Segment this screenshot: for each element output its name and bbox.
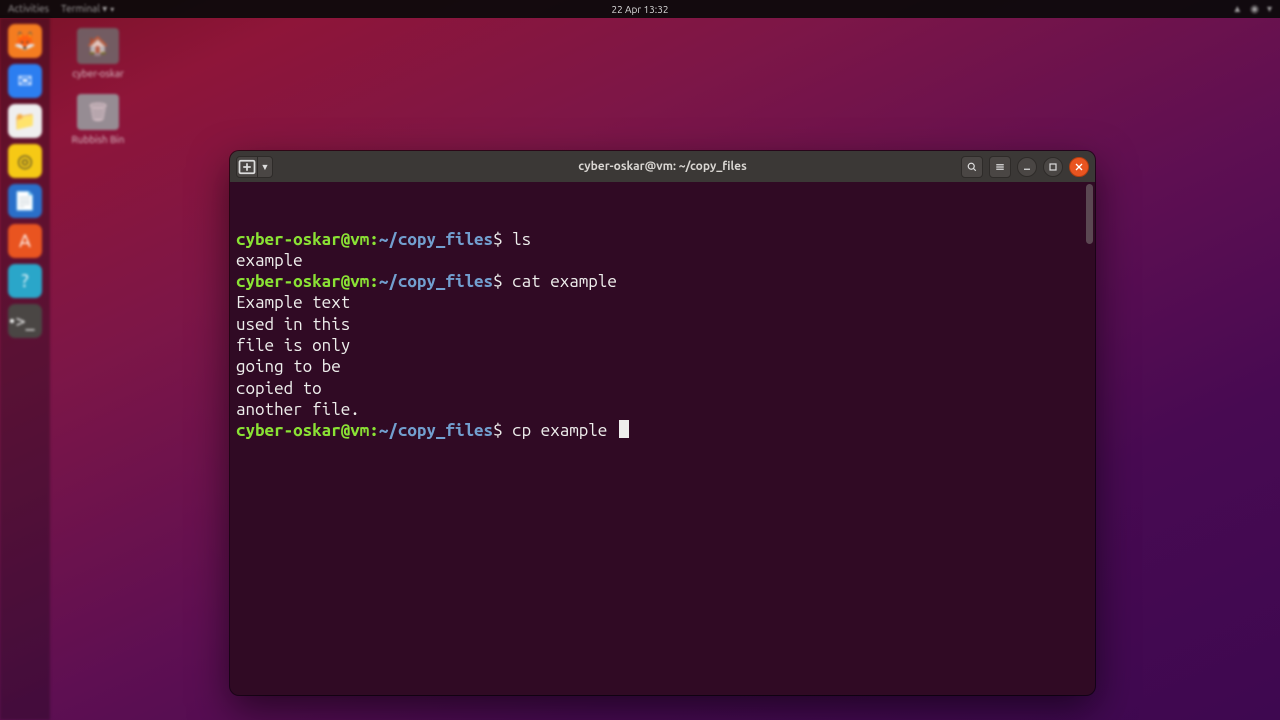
new-tab-button[interactable] xyxy=(236,156,258,178)
prompt-user: cyber-oskar@vm xyxy=(236,421,369,440)
terminal-command: cat example xyxy=(512,272,617,291)
tab-dropdown-button[interactable]: ▼ xyxy=(257,156,273,178)
desktop-home-icon[interactable]: 🏠 cyber-oskar xyxy=(63,28,133,79)
terminal-output: Example text xyxy=(236,293,350,312)
dock-writer-icon[interactable]: 📄 xyxy=(8,184,42,218)
new-tab-icon xyxy=(237,157,257,177)
close-icon xyxy=(1073,161,1085,173)
appmenu-terminal[interactable]: Terminal ▾ xyxy=(61,3,114,15)
close-button[interactable] xyxy=(1069,157,1089,177)
terminal-command: cp example xyxy=(512,421,617,440)
prompt-user: cyber-oskar@vm xyxy=(236,230,369,249)
dock-active-indicator xyxy=(10,319,14,323)
maximize-button[interactable] xyxy=(1043,157,1063,177)
prompt-path: ~/copy_files xyxy=(379,421,493,440)
prompt-symbol: $ xyxy=(493,272,503,291)
terminal-output: file is only xyxy=(236,336,350,355)
sound-icon[interactable]: ◉ xyxy=(1250,3,1259,15)
desktop-icon-label: cyber-oskar xyxy=(72,68,124,79)
dock-rhythmbox-icon[interactable]: ◎ xyxy=(8,144,42,178)
terminal-output: copied to xyxy=(236,379,322,398)
terminal-output: example xyxy=(236,251,303,270)
power-icon[interactable]: ▾ xyxy=(1267,3,1272,15)
terminal-output: used in this xyxy=(236,315,350,334)
chevron-down-icon: ▼ xyxy=(261,162,270,172)
gnome-top-bar: Activities Terminal ▾ 22 Apr 13:32 ▲ ◉ ▾ xyxy=(0,0,1280,18)
prompt-path: ~/copy_files xyxy=(379,272,493,291)
terminal-output: going to be xyxy=(236,357,341,376)
minimize-icon xyxy=(1021,161,1033,173)
prompt-path: ~/copy_files xyxy=(379,230,493,249)
terminal-window: ▼ cyber-oskar@vm: ~/copy_files cyber-osk… xyxy=(230,151,1095,695)
dock-terminal-icon[interactable]: >_ xyxy=(8,304,42,338)
terminal-cursor xyxy=(619,420,629,438)
terminal-scrollbar[interactable] xyxy=(1086,184,1093,244)
dock-thunderbird-icon[interactable]: ✉ xyxy=(8,64,42,98)
dock-files-icon[interactable]: 📁 xyxy=(8,104,42,138)
desktop-trash-icon[interactable]: 🗑 Rubbish Bin xyxy=(63,94,133,145)
desktop-icon-label: Rubbish Bin xyxy=(72,134,125,145)
terminal-command: ls xyxy=(512,230,531,249)
search-icon xyxy=(966,161,978,173)
minimize-button[interactable] xyxy=(1017,157,1037,177)
terminal-body[interactable]: cyber-oskar@vm:~/copy_files$ ls example … xyxy=(230,182,1095,695)
ubuntu-dock: 🦊 ✉ 📁 ◎ 📄 A ? >_ xyxy=(0,18,50,720)
activities-button[interactable]: Activities xyxy=(8,3,49,15)
dock-software-icon[interactable]: A xyxy=(8,224,42,258)
dock-firefox-icon[interactable]: 🦊 xyxy=(8,24,42,58)
terminal-output: another file. xyxy=(236,400,360,419)
menu-button[interactable] xyxy=(989,156,1011,178)
search-button[interactable] xyxy=(961,156,983,178)
topbar-clock: 22 Apr 13:32 xyxy=(611,4,668,15)
prompt-symbol: $ xyxy=(493,421,503,440)
trash-icon: 🗑 xyxy=(77,94,119,130)
hamburger-icon xyxy=(994,161,1006,173)
prompt-user: cyber-oskar@vm xyxy=(236,272,369,291)
dock-help-icon[interactable]: ? xyxy=(8,264,42,298)
prompt-symbol: $ xyxy=(493,230,503,249)
network-icon[interactable]: ▲ xyxy=(1232,3,1242,15)
folder-icon: 🏠 xyxy=(77,28,119,64)
maximize-icon xyxy=(1047,161,1059,173)
terminal-titlebar[interactable]: ▼ cyber-oskar@vm: ~/copy_files xyxy=(230,151,1095,182)
